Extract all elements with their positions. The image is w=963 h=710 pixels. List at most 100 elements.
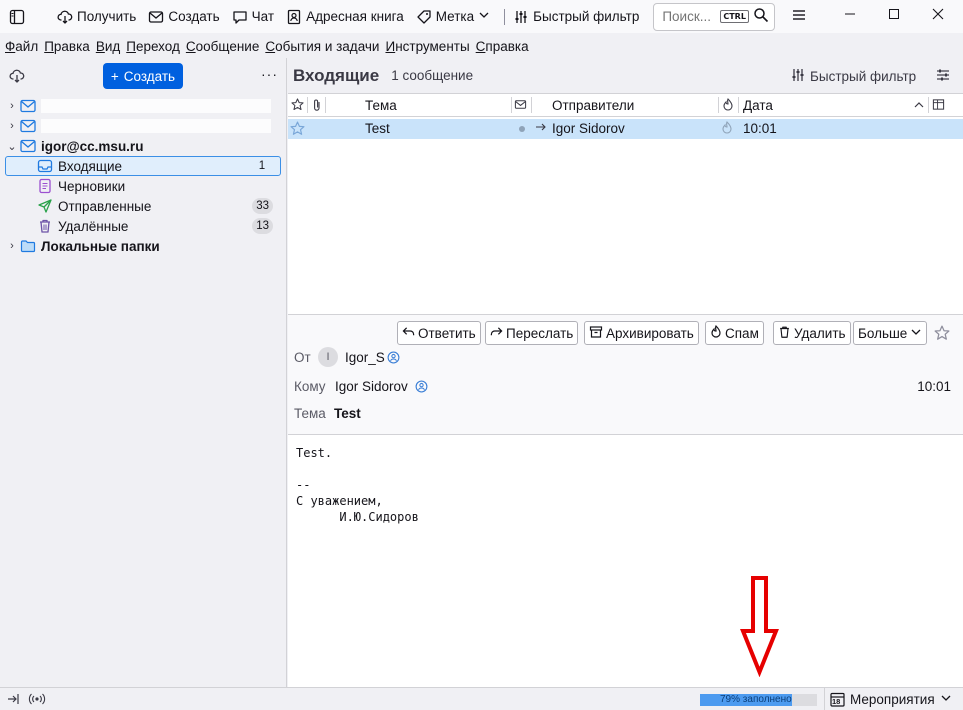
delete-button[interactable]: Удалить: [773, 321, 851, 345]
minimize-button[interactable]: [828, 0, 872, 30]
sender-avatar: I: [318, 347, 338, 367]
search-input[interactable]: [660, 8, 717, 25]
close-window-button[interactable]: [916, 0, 960, 30]
folder-label: Удалённые: [58, 218, 129, 234]
subject-value: Test: [334, 406, 361, 421]
flame-icon: [710, 324, 722, 341]
subject-column[interactable]: Тема: [365, 98, 397, 113]
more-button[interactable]: Больше: [853, 321, 928, 345]
junk-status-column-icon[interactable]: [722, 98, 734, 114]
chevron-down-icon: [478, 9, 490, 24]
maximize-button[interactable]: [872, 0, 916, 30]
unread-count: 1: [258, 160, 266, 172]
quick-filter-label: Быстрый фильтр: [533, 9, 640, 24]
star-icon[interactable]: [290, 121, 305, 139]
menu-go[interactable]: Переход: [126, 39, 180, 54]
column-divider[interactable]: [718, 97, 719, 113]
quick-filter-toggle[interactable]: Быстрый фильтр: [790, 67, 916, 86]
folder-inbox[interactable]: Входящие 1: [5, 156, 281, 176]
global-search-box[interactable]: CTRL: [653, 2, 776, 31]
search-icon[interactable]: [753, 7, 769, 26]
menu-tools[interactable]: Инструменты: [385, 39, 469, 54]
message-row[interactable]: Test Igor Sidorov 10:01: [288, 119, 963, 139]
sender-avatar-initial: I: [326, 351, 330, 363]
menu-edit[interactable]: Правка: [44, 39, 90, 54]
forward-label: Переслать: [506, 325, 574, 341]
thread-pane: Входящие 1 сообщение Быстрый фильтр Тема…: [288, 58, 963, 314]
compose-label: Создать: [168, 9, 220, 24]
column-divider[interactable]: [928, 97, 929, 113]
trash-icon: [778, 325, 791, 342]
account-name: igor@cc.msu.ru: [41, 138, 144, 154]
account-row-redacted-2[interactable]: ›: [5, 116, 281, 136]
chat-button[interactable]: Чат: [226, 4, 280, 30]
spaces-toggle-button[interactable]: [3, 4, 31, 30]
chevron-right-icon[interactable]: ›: [5, 240, 19, 252]
collapse-sidebar-icon[interactable]: [6, 692, 20, 709]
menu-events-tasks[interactable]: События и задачи: [265, 39, 379, 54]
archive-button[interactable]: Архивировать: [584, 321, 699, 345]
correspondents-column[interactable]: Отправители: [552, 98, 634, 113]
chevron-down-icon: [940, 692, 952, 707]
more-options-icon[interactable]: ···: [261, 66, 278, 82]
address-book-label: Адресная книга: [306, 9, 404, 24]
thread-pane-header: Входящие 1 сообщение Быстрый фильтр: [288, 58, 963, 93]
read-dot-icon[interactable]: [519, 126, 525, 132]
column-divider[interactable]: [738, 97, 739, 113]
column-divider[interactable]: [307, 97, 308, 113]
menu-view[interactable]: Вид: [96, 39, 120, 54]
forward-button[interactable]: Переслать: [485, 321, 579, 345]
column-divider[interactable]: [531, 97, 532, 113]
events-pane-toggle[interactable]: 18 Мероприятия: [824, 688, 963, 710]
app-menu-button[interactable]: [785, 4, 813, 30]
filter-sliders-icon: [790, 67, 806, 86]
star-column-icon[interactable]: [291, 98, 304, 114]
contact-icon[interactable]: [415, 380, 428, 396]
chevron-right-icon[interactable]: ›: [5, 120, 19, 132]
star-icon[interactable]: [934, 325, 950, 344]
account-row-redacted-1[interactable]: ›: [5, 96, 281, 116]
status-bar: 79% заполнено 18 Мероприятия: [0, 687, 963, 710]
folder-drafts[interactable]: Черновики: [5, 176, 281, 196]
to-value[interactable]: Igor Sidorov: [335, 379, 408, 394]
folder-trash[interactable]: Удалённые 13: [5, 216, 281, 236]
get-mail-button[interactable]: Получить: [51, 4, 142, 30]
menu-help[interactable]: Справка: [476, 39, 529, 54]
local-folders-row[interactable]: › Локальные папки: [5, 236, 281, 256]
quick-filter-button[interactable]: Быстрый фильтр: [507, 4, 645, 30]
account-row-igor[interactable]: ⌄ igor@cc.msu.ru: [5, 136, 281, 156]
chevron-right-icon[interactable]: ›: [5, 100, 19, 112]
message-subject: Test: [365, 121, 390, 136]
folder-title: Входящие: [293, 65, 380, 85]
folder-pane: + Создать ··· › › ⌄ igor@cc.msu.ru Входя…: [0, 58, 287, 687]
online-status-icon[interactable]: [28, 692, 46, 709]
reply-button[interactable]: Ответить: [397, 321, 481, 345]
attachment-column-icon[interactable]: [311, 98, 323, 115]
column-picker-icon[interactable]: [932, 98, 945, 114]
junk-flame-icon[interactable]: [721, 121, 733, 137]
message-count-badge: 13: [252, 218, 273, 234]
menu-file[interactable]: Файл: [5, 39, 38, 54]
tag-label: Метка: [435, 9, 475, 24]
read-status-column-icon[interactable]: [514, 98, 527, 114]
search-shortcut-badge: CTRL: [720, 10, 749, 23]
address-book-button[interactable]: Адресная книга: [280, 4, 410, 30]
tag-button[interactable]: Метка: [410, 4, 496, 30]
folder-sent[interactable]: Отправленные 33: [5, 196, 281, 216]
menu-message[interactable]: Сообщение: [186, 39, 259, 54]
message-pane: Ответить Переслать Архивировать Спам Уда…: [288, 314, 963, 687]
from-value[interactable]: Igor_S: [345, 350, 385, 365]
cloud-download-icon: [57, 9, 73, 25]
date-column[interactable]: Дата: [743, 98, 773, 113]
new-message-button[interactable]: + Создать: [103, 63, 183, 89]
column-divider[interactable]: [511, 97, 512, 113]
contact-icon[interactable]: [387, 351, 400, 367]
get-messages-icon[interactable]: [9, 68, 25, 87]
send-icon: [36, 198, 54, 214]
chevron-down-icon[interactable]: ⌄: [5, 140, 19, 153]
compose-button[interactable]: Создать: [142, 4, 225, 30]
junk-button[interactable]: Спам: [705, 321, 764, 345]
display-options-icon[interactable]: [936, 68, 950, 85]
column-divider[interactable]: [325, 97, 326, 113]
minimize-icon: [844, 8, 856, 23]
